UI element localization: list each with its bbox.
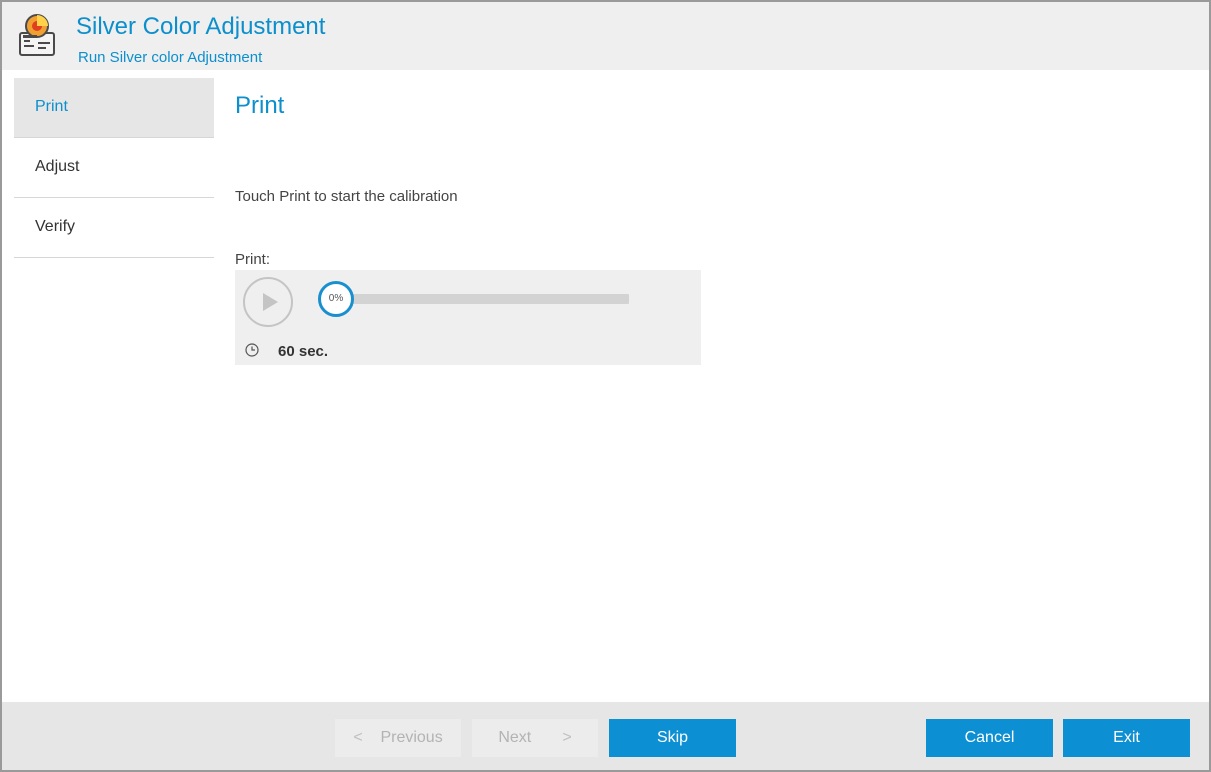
step-content: Print Touch Print to start the calibrati…: [235, 78, 1195, 698]
instruction-text: Touch Print to start the calibration: [235, 188, 458, 205]
exit-button[interactable]: Exit: [1063, 719, 1190, 757]
progress-percent: 0%: [318, 281, 354, 317]
footer-bar: < Previous Next > Skip Cancel Exit: [2, 702, 1209, 770]
print-panel: 0% 60 sec.: [235, 270, 701, 365]
step-item-print[interactable]: Print: [14, 78, 214, 138]
next-button[interactable]: Next >: [472, 719, 598, 757]
step-item-adjust[interactable]: Adjust: [14, 138, 214, 198]
window-title: Silver Color Adjustment: [76, 13, 326, 40]
page-title: Print: [235, 92, 285, 119]
duration-text: 60 sec.: [278, 343, 329, 360]
play-icon: [263, 293, 278, 311]
cancel-button[interactable]: Cancel: [926, 719, 1053, 757]
next-label: Next: [498, 729, 532, 746]
window-subtitle: Run Silver color Adjustment: [78, 49, 263, 66]
step-navigation: Print Adjust Verify: [14, 78, 214, 258]
play-button[interactable]: [243, 277, 293, 327]
printer-palette-icon: [19, 14, 55, 56]
previous-button[interactable]: < Previous: [335, 719, 461, 757]
chevron-left-icon: <: [353, 729, 363, 746]
chevron-right-icon: >: [562, 729, 572, 746]
print-label: Print:: [235, 251, 271, 268]
step-item-verify[interactable]: Verify: [14, 198, 214, 258]
title-bar: Silver Color Adjustment Run Silver color…: [2, 2, 1209, 70]
progress-bar: [347, 294, 629, 304]
wizard-window: Silver Color Adjustment Run Silver color…: [0, 0, 1211, 772]
skip-button[interactable]: Skip: [609, 719, 736, 757]
clock-icon: [245, 343, 259, 357]
previous-label: Previous: [380, 729, 443, 746]
